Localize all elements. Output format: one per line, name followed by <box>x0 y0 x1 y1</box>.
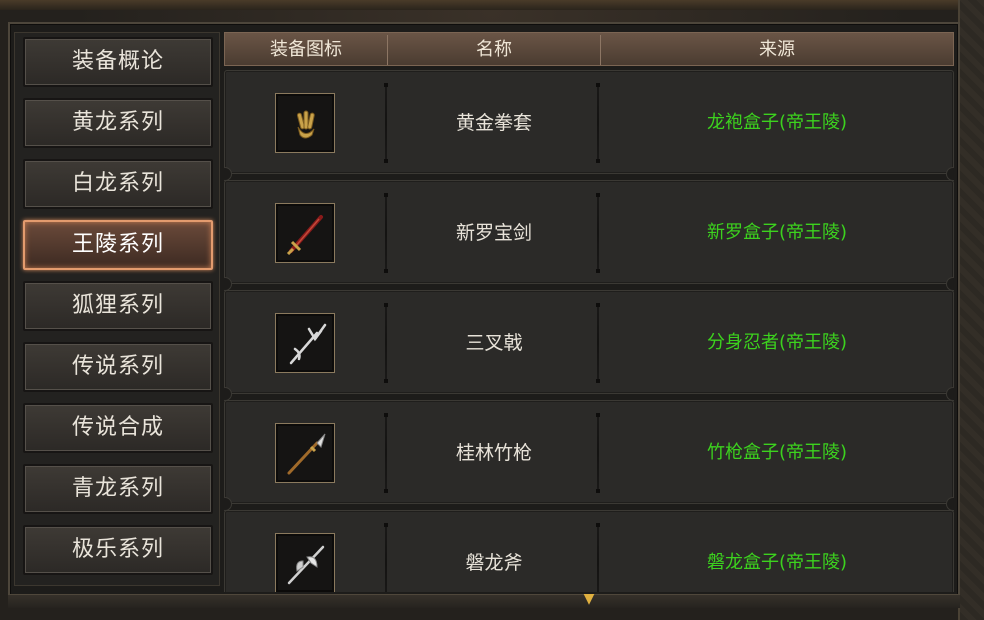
column-divider <box>384 523 388 592</box>
item-source: 磐龙盒子(帝王陵) <box>706 552 848 573</box>
row-notch <box>946 167 954 181</box>
item-name: 黄金拳套 <box>455 112 532 134</box>
item-source: 新罗盒子(帝王陵) <box>706 222 848 243</box>
item-name: 桂林竹枪 <box>455 442 532 464</box>
trident-icon[interactable] <box>275 313 335 373</box>
item-source: 竹枪盒子(帝王陵) <box>706 442 848 463</box>
column-divider <box>596 303 600 383</box>
sidebar-item-legend-craft[interactable]: 传说合成 <box>23 403 213 453</box>
row-notch <box>224 277 232 291</box>
top-border <box>0 0 984 10</box>
table-row[interactable]: 磐龙斧 磐龙盒子(帝王陵) <box>224 510 954 592</box>
row-notch <box>946 497 954 511</box>
sidebar-item-royal-tomb[interactable]: 王陵系列 <box>23 220 213 270</box>
table-row[interactable]: 桂林竹枪 竹枪盒子(帝王陵) <box>224 400 954 511</box>
column-divider <box>384 193 388 273</box>
item-source: 分身忍者(帝王陵) <box>706 332 848 353</box>
column-divider <box>384 83 388 163</box>
column-divider <box>596 413 600 493</box>
item-source: 龙袍盒子(帝王陵) <box>706 112 848 133</box>
column-divider <box>384 303 388 383</box>
sidebar-item-legend[interactable]: 传说系列 <box>23 342 213 392</box>
sidebar-item-overview[interactable]: 装备概论 <box>23 37 213 87</box>
table-row[interactable]: 新罗宝剑 新罗盒子(帝王陵) <box>224 180 954 291</box>
column-divider <box>384 413 388 493</box>
item-name: 三叉戟 <box>465 332 523 354</box>
column-divider <box>596 83 600 163</box>
table-header: 装备图标 名称 来源 <box>224 32 954 66</box>
table-row[interactable]: 黄金拳套 龙袍盒子(帝王陵) <box>224 70 954 181</box>
column-divider <box>596 523 600 592</box>
bottom-bar <box>8 594 960 608</box>
item-name: 新罗宝剑 <box>455 222 532 244</box>
spear-icon[interactable] <box>275 423 335 483</box>
right-ornament-border <box>958 0 984 620</box>
gold-gauntlet-icon[interactable] <box>275 93 335 153</box>
row-notch <box>224 167 232 181</box>
sidebar-item-fox[interactable]: 狐狸系列 <box>23 281 213 331</box>
row-notch <box>224 387 232 401</box>
item-name: 磐龙斧 <box>465 552 523 574</box>
chevron-down-icon[interactable]: ▼ <box>578 592 600 606</box>
category-sidebar: 装备概论 黄龙系列 白龙系列 王陵系列 狐狸系列 传说系列 传说合成 青龙系列 … <box>14 32 220 586</box>
sidebar-item-yellow-dragon[interactable]: 黄龙系列 <box>23 98 213 148</box>
halberd-axe-icon[interactable] <box>275 533 335 592</box>
sidebar-item-white-dragon[interactable]: 白龙系列 <box>23 159 213 209</box>
column-divider <box>596 193 600 273</box>
sword-icon[interactable] <box>275 203 335 263</box>
row-notch <box>224 497 232 511</box>
column-header-name: 名称 <box>476 39 512 60</box>
column-header-icon: 装备图标 <box>270 39 342 60</box>
table-row[interactable]: 三叉戟 分身忍者(帝王陵) <box>224 290 954 401</box>
sidebar-item-bliss[interactable]: 极乐系列 <box>23 525 213 575</box>
sidebar-item-blue-dragon[interactable]: 青龙系列 <box>23 464 213 514</box>
equipment-table: 装备图标 名称 来源 黄金拳套 龙袍盒子(帝王陵) 新罗宝剑 新罗盒子(帝王陵)… <box>224 32 954 592</box>
row-notch <box>946 387 954 401</box>
column-header-source: 来源 <box>759 39 795 60</box>
row-notch <box>946 277 954 291</box>
